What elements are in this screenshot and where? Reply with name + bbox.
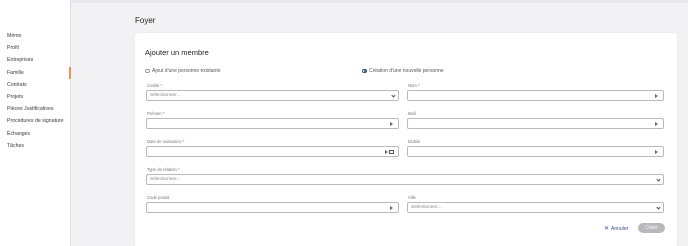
cancel-button[interactable]: ✕ Annuler — [604, 225, 629, 233]
sidebar-item-echanges[interactable]: Échanges — [0, 128, 71, 140]
mail-label: Mail — [408, 111, 416, 116]
sidebar: Mémo Profil Entreprises Famille Contrats… — [0, 0, 71, 246]
chevron-down-icon — [656, 177, 661, 182]
chevron-down-icon — [656, 205, 661, 210]
radio-unchecked-icon — [145, 68, 150, 74]
create-button[interactable]: Créer — [638, 223, 665, 233]
type-relation-select[interactable]: Sélectionner... — [146, 174, 664, 185]
send-arrow-icon — [655, 122, 658, 127]
type-relation-value: Sélectionner... — [150, 177, 181, 182]
send-arrow-icon — [390, 122, 393, 127]
mobile-input[interactable] — [407, 146, 664, 157]
page-title: Foyer — [135, 16, 156, 25]
radio-existing-person[interactable]: Ajout d'une personne existante — [145, 68, 221, 74]
form-title: Ajouter un membre — [145, 48, 209, 57]
chevron-down-icon — [391, 93, 396, 98]
sidebar-item-contrats[interactable]: Contrats — [0, 79, 71, 91]
send-arrow-icon — [385, 150, 388, 155]
cancel-label: Annuler — [611, 225, 629, 232]
calendar-icon[interactable] — [389, 149, 394, 154]
sidebar-item-pieces-justificatives[interactable]: Pièces Justificatives — [0, 103, 71, 115]
close-icon: ✕ — [604, 226, 610, 232]
nom-input[interactable] — [407, 90, 664, 101]
add-member-card: Ajouter un membre Ajout d'une personne e… — [135, 33, 677, 246]
radio-existing-label: Ajout d'une personne existante — [152, 68, 221, 74]
radio-new-label: Création d'une nouvelle personne — [369, 68, 444, 74]
civilite-select[interactable]: Sélectionner... — [146, 90, 399, 101]
sidebar-item-procedures-signature[interactable]: Procédures de signature — [0, 115, 71, 127]
mail-input[interactable] — [407, 118, 664, 129]
sidebar-item-entreprises[interactable]: Entreprises — [0, 54, 71, 66]
type-relation-label: Type de relation * — [147, 167, 180, 172]
send-arrow-icon — [390, 206, 393, 211]
sidebar-item-profil[interactable]: Profil — [0, 42, 71, 54]
mobile-label: Mobile — [408, 139, 421, 144]
prenom-label: Prénom * — [147, 111, 165, 116]
sidebar-item-projets[interactable]: Projets — [0, 91, 71, 103]
sidebar-item-memo[interactable]: Mémo — [0, 30, 71, 42]
sidebar-item-taches[interactable]: Tâches — [0, 140, 71, 152]
date-naissance-label: Date de naissance * — [147, 139, 185, 144]
ville-select[interactable]: Sélectionner... — [407, 202, 664, 213]
prenom-input[interactable] — [146, 118, 399, 129]
send-arrow-icon — [655, 150, 658, 155]
date-naissance-input[interactable] — [146, 146, 399, 157]
nom-label: Nom * — [408, 83, 420, 88]
civilite-value: Sélectionner... — [150, 93, 181, 98]
top-bar — [0, 0, 688, 3]
ville-label: Ville — [408, 195, 416, 200]
code-postal-input[interactable] — [146, 202, 399, 213]
sidebar-item-famille[interactable]: Famille — [0, 66, 71, 79]
ville-value: Sélectionner... — [411, 205, 442, 210]
code-postal-label: Code postal — [147, 195, 170, 200]
civilite-label: Civilité * — [147, 83, 163, 88]
radio-checked-icon — [362, 68, 367, 74]
send-arrow-icon — [655, 94, 658, 99]
sidebar-nav: Mémo Profil Entreprises Famille Contrats… — [0, 30, 71, 152]
radio-new-person[interactable]: Création d'une nouvelle personne — [362, 68, 444, 74]
